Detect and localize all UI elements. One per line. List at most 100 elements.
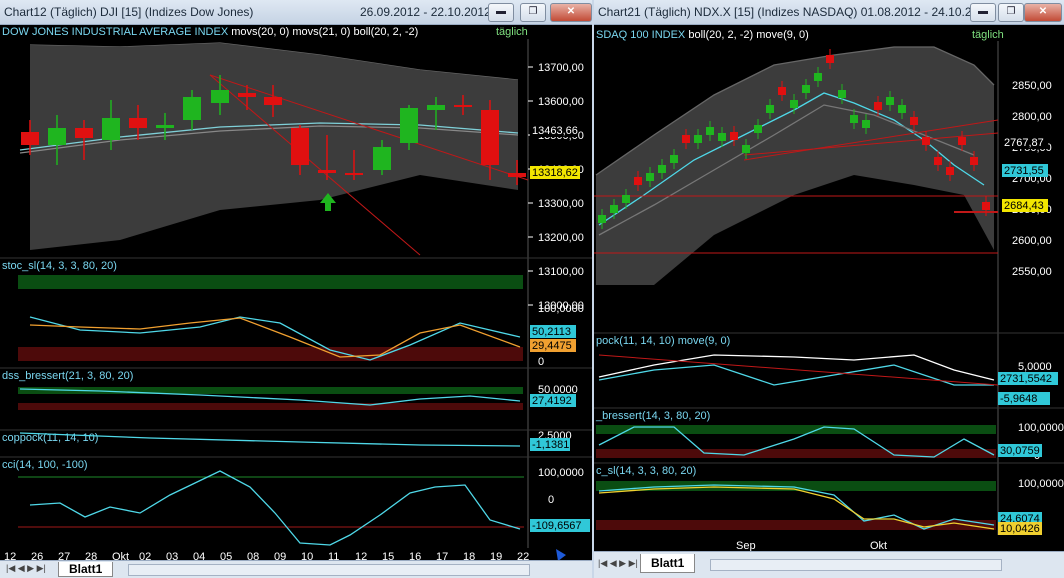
candle-body bbox=[646, 173, 654, 181]
sheet-tabbar: |◀ ◀ ▶ ▶| Blatt1 bbox=[594, 551, 1064, 578]
bollinger-band bbox=[596, 47, 994, 285]
tab-nav-icon[interactable]: |◀ ◀ ▶ ▶| bbox=[598, 558, 638, 569]
horizontal-scrollbar[interactable] bbox=[128, 564, 530, 576]
candle-body bbox=[814, 73, 822, 81]
candle-body bbox=[622, 195, 630, 203]
window-titlebar[interactable]: Chart21 (Täglich) NDX.X [15] (Indizes NA… bbox=[594, 0, 1064, 25]
chart-window-dji[interactable]: Chart12 (Täglich) DJI [15] (Indizes Dow … bbox=[0, 0, 592, 578]
coppock-badge: -1,1381 bbox=[532, 439, 569, 451]
candle-body bbox=[946, 167, 954, 175]
window-titlebar[interactable]: Chart12 (Täglich) DJI [15] (Indizes Dow … bbox=[0, 0, 592, 25]
chart-canvas[interactable]: DOW JONES INDUSTRIAL AVERAGE INDEX movs(… bbox=[0, 25, 592, 562]
price-tick-label: 13100,00 bbox=[538, 266, 584, 278]
sheet-tab[interactable]: Blatt1 bbox=[58, 562, 114, 577]
close-button[interactable]: ✕ bbox=[1024, 3, 1062, 22]
period-label: täglich bbox=[496, 26, 528, 38]
candle-body bbox=[982, 202, 990, 210]
candle-body bbox=[754, 125, 762, 133]
candle-body bbox=[508, 173, 526, 177]
x-axis-tick: Sep bbox=[736, 540, 756, 551]
candle-body bbox=[373, 147, 391, 170]
price-tick-label: 13600,00 bbox=[538, 96, 584, 108]
coppock-badge-a: 2731,5542 bbox=[1000, 373, 1052, 385]
panel-label: c_sl(14, 3, 3, 80, 20) bbox=[596, 465, 696, 477]
candle-body bbox=[826, 55, 834, 63]
candle-body bbox=[682, 135, 690, 143]
dss-badge: 27,4192 bbox=[532, 395, 572, 407]
candle-body bbox=[958, 137, 966, 145]
date-range: 26.09.2012 - 22.10.2012 bbox=[360, 5, 491, 19]
candle-body bbox=[970, 157, 978, 165]
minimize-button[interactable]: ▬ bbox=[970, 3, 996, 22]
candle-body bbox=[862, 120, 870, 128]
panel-tick: 100,0000 bbox=[1018, 422, 1064, 434]
panel-tick: 100,0000 bbox=[538, 467, 584, 479]
dss-lower-zone bbox=[18, 403, 523, 410]
panel-label: dss_bressert(21, 3, 80, 20) bbox=[2, 370, 133, 382]
stoch-badge-d: 29,4475 bbox=[532, 340, 572, 352]
candle-body bbox=[427, 105, 445, 110]
price-tick-label: 13200,00 bbox=[538, 232, 584, 244]
panel-tick: 5,0000 bbox=[1018, 361, 1052, 373]
oversold-zone bbox=[18, 347, 523, 361]
candle-body bbox=[264, 97, 282, 105]
coppock-line bbox=[598, 354, 995, 381]
coppock-signal bbox=[598, 364, 994, 386]
chart-window-ndx[interactable]: Chart21 (Täglich) NDX.X [15] (Indizes NA… bbox=[594, 0, 1064, 578]
chart-canvas[interactable]: SDAQ 100 INDEX boll(20, 2, -2) move(9, 0… bbox=[594, 25, 1064, 551]
candle-body bbox=[694, 135, 702, 143]
candle-body bbox=[102, 118, 120, 140]
panel-tick: 100,0000 bbox=[538, 303, 584, 315]
restore-button[interactable]: ❐ bbox=[998, 3, 1024, 22]
candle-body bbox=[874, 102, 882, 110]
x-axis-bar bbox=[594, 537, 1064, 551]
close-button[interactable]: ✕ bbox=[550, 3, 592, 22]
price-tick-label: 13700,00 bbox=[538, 62, 584, 74]
candle-body bbox=[634, 177, 642, 185]
candle-body bbox=[400, 108, 418, 143]
candle-body bbox=[802, 85, 810, 93]
candle-body bbox=[778, 87, 786, 95]
candle-body bbox=[670, 155, 678, 163]
panel-tick: 100,0000 bbox=[1018, 478, 1064, 490]
candle-body bbox=[718, 133, 726, 141]
candle-body bbox=[910, 117, 918, 125]
tab-nav-first-icon[interactable]: |◀ ◀ ▶ ▶| bbox=[6, 563, 46, 574]
cci-badge: -109,6567 bbox=[532, 520, 582, 532]
main-chart-label: SDAQ 100 INDEX boll(20, 2, -2) move(9, 0… bbox=[596, 29, 809, 41]
candle-body bbox=[706, 127, 714, 135]
stoch-badge-k: 50,2113 bbox=[532, 326, 571, 338]
horizontal-scrollbar[interactable] bbox=[710, 559, 1002, 571]
period-label: täglich bbox=[972, 29, 1004, 41]
restore-button[interactable]: ❐ bbox=[520, 3, 546, 22]
candle-body bbox=[742, 145, 750, 153]
price-tick-label: 13300,00 bbox=[538, 198, 584, 210]
coppock-badge-b: -5,9648 bbox=[1000, 393, 1037, 405]
candle-body bbox=[766, 105, 774, 113]
candle-body bbox=[790, 100, 798, 108]
bollinger-band bbox=[30, 43, 518, 250]
minimize-button[interactable]: ▬ bbox=[488, 3, 514, 22]
oversold-zone bbox=[596, 449, 996, 458]
candle-body bbox=[345, 173, 363, 175]
cci-line bbox=[29, 470, 521, 546]
bressert-badge: 30,0759 bbox=[1000, 445, 1040, 457]
candle-body bbox=[211, 90, 229, 103]
candle-body bbox=[934, 157, 942, 165]
candle-body bbox=[850, 115, 858, 123]
candle-body bbox=[156, 125, 174, 128]
candle-body bbox=[658, 165, 666, 173]
candle-body bbox=[610, 205, 618, 213]
stoch-badge-d: 10,0426 bbox=[1000, 523, 1040, 535]
sheet-tabbar: |◀ ◀ ▶ ▶| Blatt1 bbox=[0, 560, 592, 578]
candle-body bbox=[454, 105, 472, 107]
price-badge-last: 13318,62 bbox=[532, 167, 578, 179]
main-chart-label: DOW JONES INDUSTRIAL AVERAGE INDEX movs(… bbox=[2, 26, 418, 38]
overbought-zone bbox=[18, 275, 523, 289]
sheet-tab[interactable]: Blatt1 bbox=[640, 554, 696, 573]
candle-body bbox=[75, 128, 93, 138]
price-tick-label: 2550,00 bbox=[1012, 266, 1052, 278]
candle-body bbox=[48, 128, 66, 145]
price-badge-last: 2684,43 bbox=[1004, 200, 1044, 212]
candle-body bbox=[238, 93, 256, 97]
